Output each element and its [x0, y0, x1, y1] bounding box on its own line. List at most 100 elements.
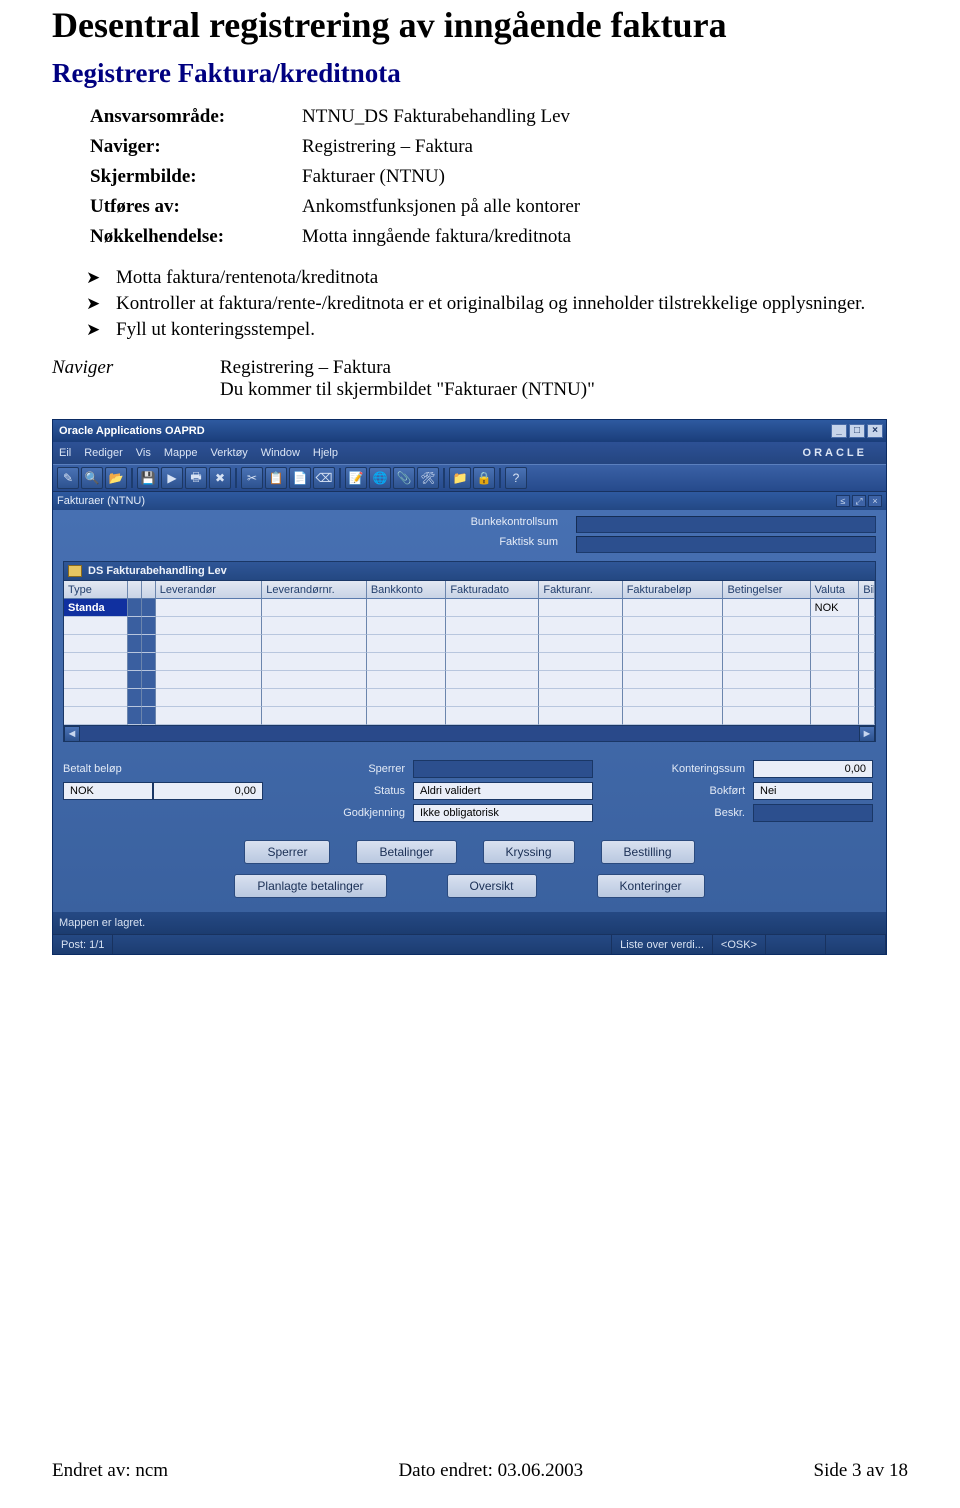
status-value: Aldri validert: [413, 782, 593, 800]
table-row[interactable]: [64, 707, 875, 725]
oversikt-button[interactable]: Oversikt: [447, 874, 537, 898]
sperrer-field: [413, 760, 593, 778]
cell-leverandor[interactable]: [156, 599, 263, 617]
save-icon[interactable]: 💾: [137, 467, 159, 489]
menu-item[interactable]: Vis: [136, 447, 151, 459]
scroll-track[interactable]: [80, 726, 859, 741]
cell-valuta[interactable]: NOK: [811, 599, 860, 617]
col-betingelser[interactable]: Betingelser: [723, 581, 810, 599]
meta-label: Utføres av:: [90, 193, 300, 221]
col-pin[interactable]: [142, 581, 156, 599]
menu-item[interactable]: Verktøy: [211, 447, 248, 459]
col-type[interactable]: Type: [64, 581, 128, 599]
col-fakturabelop[interactable]: Fakturabeløp: [623, 581, 724, 599]
faktisk-field: [576, 536, 876, 553]
close-icon[interactable]: ×: [867, 424, 883, 438]
paste-icon[interactable]: 📄: [289, 467, 311, 489]
grid-scrollbar[interactable]: ◄ ►: [64, 725, 875, 741]
col-pin[interactable]: [128, 581, 142, 599]
maximize-icon[interactable]: □: [849, 424, 865, 438]
window-titlebar[interactable]: Oracle Applications OAPRD _ □ ×: [53, 420, 886, 442]
table-row[interactable]: [64, 689, 875, 707]
planlagte-button[interactable]: Planlagte betalinger: [234, 874, 386, 898]
betalinger-button[interactable]: Betalinger: [356, 840, 456, 864]
cell-betingelser[interactable]: [723, 599, 810, 617]
menu-item[interactable]: Hjelp: [313, 447, 338, 459]
cell-bank[interactable]: [367, 599, 447, 617]
bunkekontroll-label: Bunkekontrollsum: [436, 516, 566, 533]
col-bilag[interactable]: Bil: [859, 581, 875, 599]
help-icon[interactable]: ?: [505, 467, 527, 489]
beskr-field: [753, 804, 873, 822]
nav-icon[interactable]: 📂: [105, 467, 127, 489]
col-fakturadato[interactable]: Fakturadato: [446, 581, 539, 599]
scroll-right-icon[interactable]: ►: [859, 726, 875, 742]
cell-pin: [128, 599, 142, 617]
menu-item[interactable]: Window: [261, 447, 300, 459]
table-row[interactable]: [64, 671, 875, 689]
form-maximize-icon[interactable]: ⤢: [852, 495, 866, 507]
bunkekontroll-field[interactable]: [576, 516, 876, 533]
bokfort-label: Bokført: [593, 785, 753, 797]
status-spacer: [113, 935, 612, 954]
attach-icon[interactable]: 📎: [393, 467, 415, 489]
meta-value: Motta inngående faktura/kreditnota: [302, 223, 580, 251]
grid-body[interactable]: Standa NOK: [64, 599, 875, 725]
form-title: Fakturaer (NTNU): [57, 495, 145, 507]
folder-icon[interactable]: 📁: [449, 467, 471, 489]
cell-type[interactable]: Standa: [64, 599, 128, 617]
close-form-icon[interactable]: ✖: [209, 467, 231, 489]
cell-leverandornr[interactable]: [262, 599, 367, 617]
table-row[interactable]: Standa NOK: [64, 599, 875, 617]
table-row[interactable]: [64, 617, 875, 635]
folder-name: DS Fakturabehandling Lev: [88, 565, 227, 577]
cut-icon[interactable]: ✂: [241, 467, 263, 489]
copy-icon[interactable]: 📋: [265, 467, 287, 489]
bestilling-button[interactable]: Bestilling: [601, 840, 695, 864]
grid-header: Type Leverandør Leverandørnr. Bankkonto …: [64, 581, 875, 599]
print-icon[interactable]: 🖶: [185, 467, 207, 489]
invoice-grid[interactable]: Type Leverandør Leverandørnr. Bankkonto …: [63, 581, 876, 742]
sperrer-button[interactable]: Sperrer: [244, 840, 330, 864]
status-cell: [826, 935, 886, 954]
folder-open-icon[interactable]: [68, 565, 82, 577]
faktisk-label: Faktisk sum: [436, 536, 566, 553]
footer-center: Dato endret: 03.06.2003: [398, 1460, 583, 1482]
cell-bilag[interactable]: [859, 599, 875, 617]
kryssing-button[interactable]: Kryssing: [483, 840, 575, 864]
sperrer-label: Sperrer: [263, 763, 413, 775]
form-minimize-icon[interactable]: ≤: [836, 495, 850, 507]
cell-fakturadato[interactable]: [446, 599, 539, 617]
scroll-left-icon[interactable]: ◄: [64, 726, 80, 742]
col-leverandornr[interactable]: Leverandørnr.: [262, 581, 367, 599]
toolbar: ✎ 🔍 📂 💾 ▶ 🖶 ✖ ✂ 📋 📄 ⌫ 📝 🌐 📎 🛠 📁 🔒 ?: [53, 464, 886, 492]
lock-icon[interactable]: 🔒: [473, 467, 495, 489]
menu-item[interactable]: Rediger: [84, 447, 123, 459]
konteringer-button[interactable]: Konteringer: [597, 874, 705, 898]
menubar[interactable]: Eil Rediger Vis Mappe Verktøy Window Hje…: [53, 442, 886, 464]
col-bankkonto[interactable]: Bankkonto: [367, 581, 447, 599]
new-icon[interactable]: ✎: [57, 467, 79, 489]
col-valuta[interactable]: Valuta: [811, 581, 860, 599]
navigate-line: Registrering – Faktura: [220, 357, 908, 379]
status-cell: [766, 935, 826, 954]
page-footer: Endret av: ncm Dato endret: 03.06.2003 S…: [52, 1460, 908, 1482]
edit-icon[interactable]: 📝: [345, 467, 367, 489]
table-row[interactable]: [64, 635, 875, 653]
form-close-icon[interactable]: ×: [868, 495, 882, 507]
col-leverandor[interactable]: Leverandør: [156, 581, 263, 599]
meta-table: Ansvarsområde: NTNU_DS Fakturabehandling…: [88, 101, 582, 253]
col-fakturanr[interactable]: Fakturanr.: [539, 581, 622, 599]
erase-icon[interactable]: ⌫: [313, 467, 335, 489]
cell-fakturanr[interactable]: [539, 599, 622, 617]
tools-icon[interactable]: 🛠: [417, 467, 439, 489]
search-icon[interactable]: 🔍: [81, 467, 103, 489]
translate-icon[interactable]: 🌐: [369, 467, 391, 489]
minimize-icon[interactable]: _: [831, 424, 847, 438]
next-icon[interactable]: ▶: [161, 467, 183, 489]
table-row[interactable]: [64, 653, 875, 671]
cell-fakturabelop[interactable]: [623, 599, 724, 617]
menu-item[interactable]: Eil: [59, 447, 71, 459]
folder-header[interactable]: DS Fakturabehandling Lev: [63, 561, 876, 581]
menu-item[interactable]: Mappe: [164, 447, 198, 459]
